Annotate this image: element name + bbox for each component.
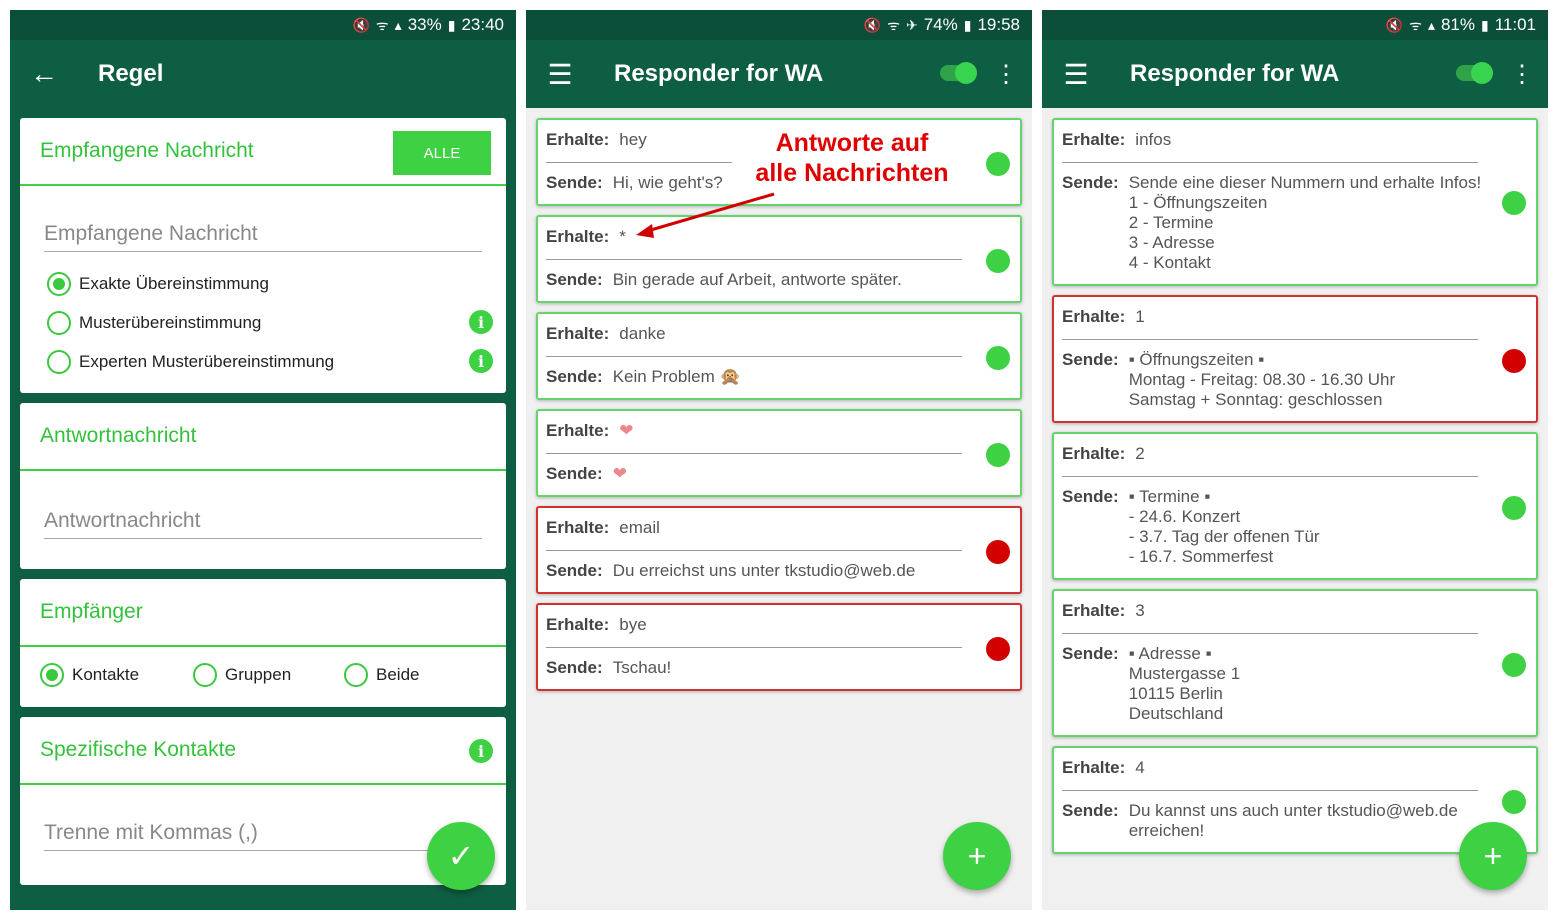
app-title: Responder for WA xyxy=(614,60,824,87)
radio-exact-match[interactable]: Exakte Übereinstimmung xyxy=(20,264,506,303)
received-message-section: Empfangene Nachricht ALLE Empfangene Nac… xyxy=(20,118,506,393)
status-dot-active[interactable] xyxy=(1502,191,1526,215)
info-icon[interactable]: i xyxy=(469,310,493,334)
app-bar: ☰ Responder for WA ⋮ xyxy=(1042,40,1548,108)
clock: 19:58 xyxy=(977,15,1020,34)
wifi-icon: ᯤ xyxy=(375,16,389,33)
wifi-icon: ᯤ xyxy=(1409,16,1422,33)
section-title: Antwortnachricht xyxy=(20,403,506,471)
radio-empty-icon xyxy=(193,663,217,687)
battery-icon: ▮ xyxy=(447,16,456,33)
radio-empty-icon xyxy=(47,349,71,374)
app-bar: ☰ Responder for WA ⋮ xyxy=(526,40,1032,108)
radio-empty-icon xyxy=(47,310,71,335)
phone-rules-list-info: 🔇 ᯤ ▴ 81% ▮ 11:01 ☰ Responder for WA ⋮ E… xyxy=(1042,10,1548,910)
phone-rule-editor: 🔇 ᯤ ▴ 33% ▮ 23:40 ← Regel Empfangene Nac… xyxy=(10,10,516,910)
radio-expert-pattern-match[interactable]: Experten Musterübereinstimmung i xyxy=(20,342,506,381)
phone-rules-list-basic: 🔇 ᯤ ✈ 74% ▮ 19:58 ☰ Responder for WA ⋮ E… xyxy=(526,10,1032,910)
rule-card[interactable]: Erhalte: 3 Sende: ▪ Adresse ▪ Mustergasse … xyxy=(1052,589,1538,737)
status-dot-inactive[interactable] xyxy=(986,637,1010,661)
radio-both[interactable]: Beide xyxy=(344,663,419,687)
status-dot-active[interactable] xyxy=(1502,653,1526,677)
battery-icon: ▮ xyxy=(963,16,972,33)
alle-button[interactable]: ALLE xyxy=(393,131,491,175)
rule-form: Empfangene Nachricht ALLE Empfangene Nac… xyxy=(10,108,516,910)
menu-icon[interactable]: ☰ xyxy=(1042,40,1110,108)
status-dot-active[interactable] xyxy=(1502,790,1526,814)
radio-empty-icon xyxy=(344,663,368,687)
page-title: Regel xyxy=(98,60,164,87)
clock: 11:01 xyxy=(1494,15,1536,34)
received-message-input[interactable]: Empfangene Nachricht xyxy=(44,222,482,252)
section-title: Spezifische Kontakte xyxy=(20,717,506,785)
responder-toggle[interactable] xyxy=(940,62,977,84)
info-icon[interactable]: i xyxy=(469,349,493,373)
more-vert-icon[interactable]: ⋮ xyxy=(994,60,1018,89)
signal-icon: ▴ xyxy=(1427,16,1435,33)
radio-contacts[interactable]: Kontakte xyxy=(40,663,193,687)
status-bar: 🔇 ᯤ ✈ 74% ▮ 19:58 xyxy=(526,10,1032,40)
battery-icon: ▮ xyxy=(1481,16,1489,33)
rule-card[interactable]: Erhalte: bye Sende: Tschau! xyxy=(536,603,1022,691)
status-dot-inactive[interactable] xyxy=(1502,349,1526,373)
mute-icon: 🔇 xyxy=(1385,16,1404,33)
status-bar: 🔇 ᯤ ▴ 33% ▮ 23:40 xyxy=(10,10,516,40)
status-dot-inactive[interactable] xyxy=(986,540,1010,564)
clock: 23:40 xyxy=(461,15,504,34)
signal-icon: ▴ xyxy=(394,16,402,33)
radio-pattern-match[interactable]: Musterübereinstimmung i xyxy=(20,303,506,342)
radio-selected-icon xyxy=(47,271,71,296)
app-bar: ← Regel xyxy=(10,40,516,108)
rule-card[interactable]: Erhalte: 1 Sende: ▪ Öffnungszeiten ▪ Monta… xyxy=(1052,295,1538,423)
more-vert-icon[interactable]: ⋮ xyxy=(1510,60,1534,89)
section-title: Empfänger xyxy=(20,579,506,647)
rule-card[interactable]: Erhalte: ❤ Sende: ❤ xyxy=(536,409,1022,497)
airplane-icon: ✈ xyxy=(905,16,918,33)
status-dot-active[interactable] xyxy=(986,152,1010,176)
battery-level: 74% xyxy=(923,15,958,34)
add-rule-button[interactable]: + xyxy=(943,822,1011,890)
contacts-input[interactable]: Trenne mit Kommas (,) xyxy=(44,821,446,851)
radio-selected-icon xyxy=(40,663,64,687)
back-arrow-icon[interactable]: ← xyxy=(10,40,78,108)
radio-groups[interactable]: Gruppen xyxy=(193,663,344,687)
reply-message-input[interactable]: Antwortnachricht xyxy=(44,509,482,539)
battery-level: 33% xyxy=(407,15,442,34)
mute-icon: 🔇 xyxy=(352,16,370,33)
rule-card[interactable]: Erhalte: 2 Sende: ▪ Termine ▪ - 24.6. Konz… xyxy=(1052,432,1538,580)
rule-card[interactable]: Erhalte: danke Sende: Kein Problem 🙊 xyxy=(536,312,1022,400)
info-icon[interactable]: i xyxy=(469,739,493,763)
status-dot-active[interactable] xyxy=(1502,496,1526,520)
battery-level: 81% xyxy=(1440,15,1475,34)
recipient-section: Empfänger Kontakte Gruppen Beide xyxy=(20,579,506,707)
reply-message-section: Antwortnachricht Antwortnachricht xyxy=(20,403,506,569)
rule-card[interactable]: Erhalte: infos Sende: Sende eine dieser N… xyxy=(1052,118,1538,286)
rule-card[interactable]: Erhalte: email Sende: Du erreichst uns unt… xyxy=(536,506,1022,594)
annotation-arrow-icon xyxy=(636,192,775,238)
rules-list: Erhalte: infos Sende: Sende eine dieser N… xyxy=(1042,108,1548,910)
wifi-icon: ᯤ xyxy=(887,16,900,33)
annotation-text: Antworte auf alle Nachrichten xyxy=(732,128,972,188)
app-title: Responder for WA xyxy=(1130,60,1340,87)
status-dot-active[interactable] xyxy=(986,443,1010,467)
status-bar: 🔇 ᯤ ▴ 81% ▮ 11:01 xyxy=(1042,10,1548,40)
add-rule-button[interactable]: + xyxy=(1459,822,1527,890)
status-dot-active[interactable] xyxy=(986,249,1010,273)
mute-icon: 🔇 xyxy=(863,16,882,33)
save-check-button[interactable]: ✓ xyxy=(427,822,495,890)
menu-icon[interactable]: ☰ xyxy=(526,40,594,108)
status-dot-active[interactable] xyxy=(986,346,1010,370)
responder-toggle[interactable] xyxy=(1456,62,1493,84)
